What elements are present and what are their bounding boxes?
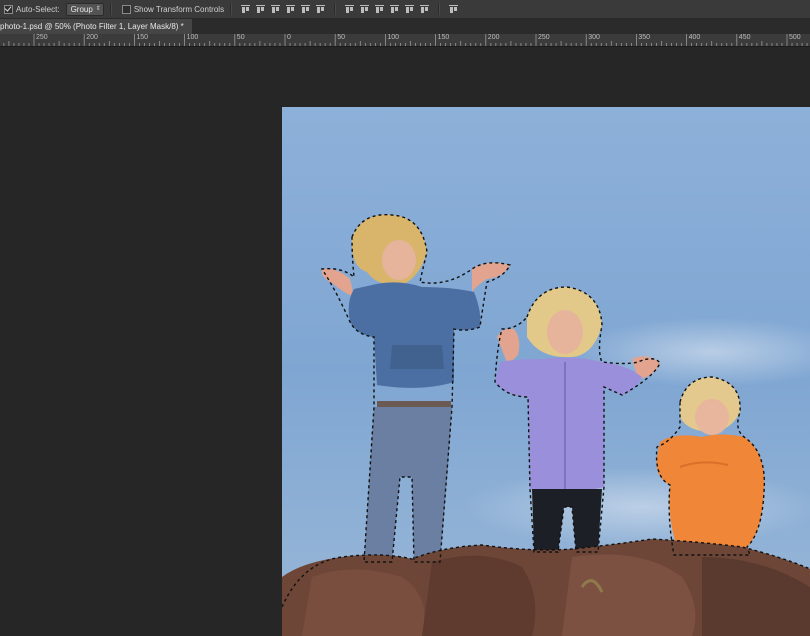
distribute-left-icon[interactable]: [389, 4, 400, 15]
horizontal-ruler[interactable]: 250 200 150 100 50 0 50 100 150 200 250 300 350 400 45…: [0, 34, 810, 47]
distribute-bottom-icon[interactable]: [374, 4, 385, 15]
ruler-label: 50: [337, 34, 345, 41]
show-transform-label: Show Transform Controls: [133, 4, 225, 14]
ruler-label: 450: [738, 34, 751, 41]
document-tab[interactable]: photo-1.psd @ 50% (Photo Filter 1, Layer…: [0, 19, 192, 34]
ruler-label: 400: [688, 34, 701, 41]
auto-select-checkbox[interactable]: [4, 4, 13, 14]
align-right-edges-icon[interactable]: [315, 4, 326, 15]
ruler-label: 0: [287, 34, 291, 41]
photo-layer[interactable]: [282, 107, 810, 636]
photo-image: [282, 107, 810, 636]
ruler-label: 250: [36, 34, 48, 41]
ruler-label: 50: [236, 34, 245, 41]
ruler-label: 200: [487, 34, 500, 41]
distribute-top-icon[interactable]: [344, 4, 355, 15]
auto-select-dropdown[interactable]: Group ⇕: [65, 2, 104, 16]
divider: [438, 3, 441, 15]
ruler-label: 200: [86, 34, 98, 41]
auto-select-value: Group: [70, 4, 93, 14]
ruler-label: 150: [136, 34, 149, 41]
divider: [334, 3, 337, 15]
align-bottom-edges-icon[interactable]: [270, 4, 281, 15]
align-left-edges-icon[interactable]: [285, 4, 296, 15]
ruler-label: 300: [588, 34, 600, 41]
auto-align-layers-icon[interactable]: [448, 4, 459, 15]
options-bar: Auto-Select: Group ⇕ Show Transform Cont…: [0, 0, 810, 19]
ruler-label: 250: [538, 34, 550, 41]
align-horizontal-centers-icon[interactable]: [300, 4, 311, 15]
ruler-label: 100: [186, 34, 199, 41]
align-vertical-centers-icon[interactable]: [255, 4, 266, 15]
ruler-label: 150: [437, 34, 450, 41]
divider: [230, 3, 233, 15]
divider: [109, 3, 112, 15]
auto-select-label: Auto-Select:: [16, 4, 60, 14]
ruler-label: 350: [638, 34, 651, 41]
document-tab-title: photo-1.psd @ 50% (Photo Filter 1, Layer…: [0, 22, 184, 31]
align-top-edges-icon[interactable]: [240, 4, 251, 15]
distribute-right-icon[interactable]: [419, 4, 430, 15]
distribute-horizontal-centers-icon[interactable]: [404, 4, 415, 15]
ruler-label: 100: [387, 34, 400, 41]
ruler-label: 500: [789, 34, 801, 41]
document-canvas[interactable]: [0, 47, 810, 636]
document-tab-bar: photo-1.psd @ 50% (Photo Filter 1, Layer…: [0, 19, 810, 34]
show-transform-checkbox[interactable]: [121, 4, 131, 14]
dropdown-arrows-icon: ⇕: [95, 5, 101, 12]
distribute-vertical-centers-icon[interactable]: [359, 4, 370, 15]
